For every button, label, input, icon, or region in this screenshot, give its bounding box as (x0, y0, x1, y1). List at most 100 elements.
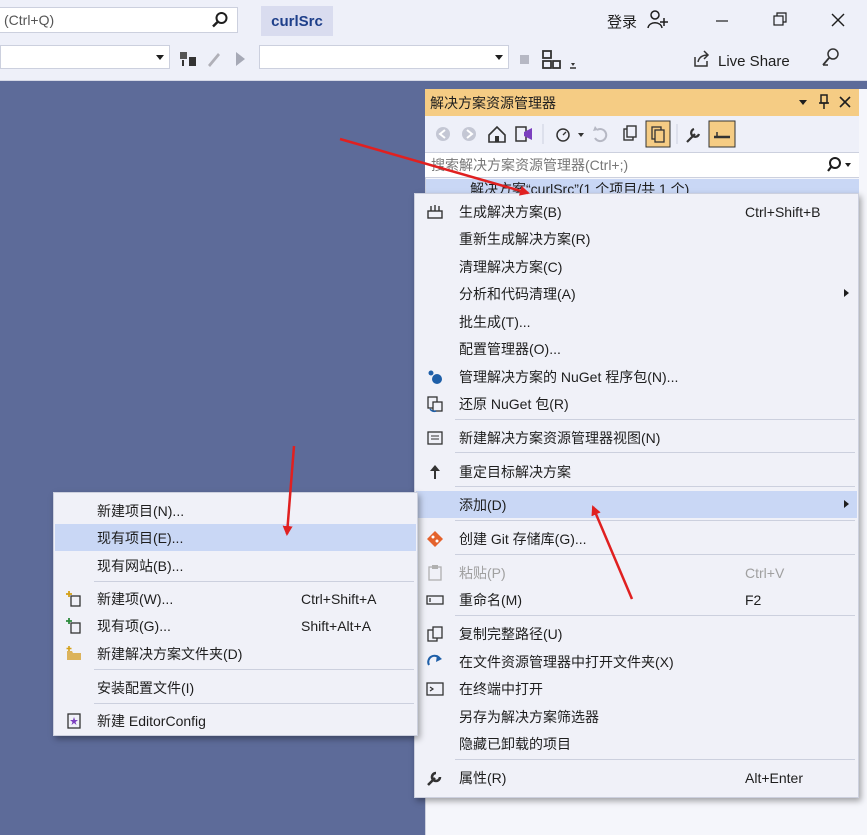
context-menu-item-label: 新建解决方案资源管理器视图(N) (459, 429, 661, 446)
add-submenu-item-label: 现有项目(E)... (97, 529, 184, 546)
restore-button[interactable] (770, 10, 790, 33)
solution-explorer-toolbar-icons[interactable] (425, 116, 745, 152)
context-menu-item-label: 管理解决方案的 NuGet 程序包(N)... (459, 368, 679, 385)
context-menu-item[interactable]: 另存为解决方案筛选器 (416, 703, 857, 730)
menu-separator (455, 452, 855, 453)
context-menu-item-label: 分析和代码清理(A) (459, 285, 576, 302)
context-menu-item-label: 生成解决方案(B) (459, 203, 562, 220)
add-submenu-item-label: 新建项(W)... (97, 590, 174, 607)
context-menu-item-shortcut: F2 (745, 591, 762, 608)
git-icon (426, 530, 444, 548)
add-submenu-item-label: 安装配置文件(I) (97, 679, 195, 696)
context-menu-item-label: 属性(R) (459, 769, 507, 786)
add-submenu: 新建项目(N)... 现有项目(E)... 现有网站(B)... 新建项(W)... C… (53, 492, 418, 736)
close-panel-icon[interactable] (839, 94, 851, 113)
edit-icon[interactable] (205, 48, 223, 73)
solution-explorer-title: 解决方案资源管理器 (430, 94, 556, 111)
add-submenu-item-label: 现有网站(B)... (97, 557, 184, 574)
add-submenu-item[interactable]: 安装配置文件(I) (55, 674, 416, 701)
context-menu-item[interactable]: 属性(R) Alt+Enter (416, 764, 857, 791)
solution-explorer-toolbar (425, 116, 859, 152)
context-menu-item[interactable]: 重命名(M) F2 (416, 586, 857, 613)
terminal-icon (426, 680, 444, 698)
diagnostics-icon[interactable] (541, 48, 581, 75)
start-debug-icon[interactable] (232, 48, 248, 73)
wrench-icon (426, 769, 444, 787)
paste-icon (426, 564, 444, 582)
quick-launch-search[interactable]: (Ctrl+Q) (0, 7, 238, 33)
submenu-arrow-icon (844, 500, 849, 508)
submenu-arrow-icon (844, 289, 849, 297)
add-submenu-item[interactable]: 现有网站(B)... (55, 552, 416, 579)
context-menu-item[interactable]: 在终端中打开 (416, 675, 857, 702)
dropdown-icon[interactable] (797, 94, 809, 113)
context-menu-item[interactable]: 生成解决方案(B) Ctrl+Shift+B (416, 198, 857, 225)
context-menu-item[interactable]: 在文件资源管理器中打开文件夹(X) (416, 648, 857, 675)
context-menu-item-label: 在文件资源管理器中打开文件夹(X) (459, 653, 674, 670)
context-menu-item-label: 重新生成解决方案(R) (459, 230, 591, 247)
existing-item-icon (65, 617, 83, 635)
debug-target-icon[interactable] (177, 48, 199, 73)
context-menu-item-label: 隐藏已卸载的项目 (459, 735, 571, 752)
stop-icon[interactable] (518, 48, 532, 73)
add-submenu-item[interactable]: 新建解决方案文件夹(D) (55, 640, 416, 667)
startup-item-combo[interactable] (259, 45, 509, 69)
solution-explorer-search[interactable]: 搜索解决方案资源管理器(Ctrl+;) (425, 152, 859, 178)
context-menu-item[interactable]: 添加(D) (416, 491, 857, 518)
share-icon (692, 49, 712, 73)
build-icon (426, 203, 444, 221)
context-menu-item[interactable]: 还原 NuGet 包(R) (416, 390, 857, 417)
menu-separator (94, 703, 414, 704)
context-menu-item-label: 重命名(M) (459, 591, 522, 608)
context-menu-item-label: 复制完整路径(U) (459, 625, 563, 642)
add-submenu-item[interactable]: 新建项目(N)... (55, 497, 416, 524)
add-user-icon[interactable] (647, 9, 669, 34)
menu-separator (94, 669, 414, 670)
menu-separator (455, 486, 855, 487)
context-menu-item[interactable]: 管理解决方案的 NuGet 程序包(N)... (416, 363, 857, 390)
search-icon[interactable] (827, 156, 853, 177)
copy-icon (426, 625, 444, 643)
configuration-combo[interactable] (0, 45, 170, 69)
title-bar: (Ctrl+Q) curlSrc 登录 (0, 0, 867, 40)
context-menu-item-label: 添加(D) (459, 496, 507, 513)
add-submenu-item-shortcut: Ctrl+Shift+A (301, 590, 377, 607)
context-menu-item[interactable]: 创建 Git 存储库(G)... (416, 525, 857, 552)
close-button[interactable] (828, 10, 848, 33)
new-folder-icon (65, 645, 83, 663)
restore-icon (426, 395, 444, 413)
pin-icon[interactable] (818, 94, 830, 113)
context-menu-item[interactable]: 批生成(T)... (416, 308, 857, 335)
context-menu-item-label: 清理解决方案(C) (459, 258, 563, 275)
login-link[interactable]: 登录 (607, 11, 637, 32)
menu-separator (455, 520, 855, 521)
search-icon[interactable] (211, 11, 229, 32)
context-menu-item[interactable]: 复制完整路径(U) (416, 620, 857, 647)
nuget-icon (426, 368, 444, 386)
context-menu-item[interactable]: 重新生成解决方案(R) (416, 225, 857, 252)
context-menu-item-shortcut: Ctrl+Shift+B (745, 203, 821, 220)
context-menu-item[interactable]: 清理解决方案(C) (416, 253, 857, 280)
context-menu-item[interactable]: 新建解决方案资源管理器视图(N) (416, 424, 857, 451)
context-menu-item[interactable]: 配置管理器(O)... (416, 335, 857, 362)
add-submenu-item[interactable]: 新建项(W)... Ctrl+Shift+A (55, 585, 416, 612)
chevron-down-icon[interactable] (156, 55, 164, 60)
new-item-icon (65, 590, 83, 608)
context-menu-item[interactable]: 粘贴(P) Ctrl+V (416, 559, 857, 586)
context-menu-item[interactable]: 重定目标解决方案 (416, 458, 857, 485)
add-submenu-item[interactable]: 现有项目(E)... (55, 524, 416, 551)
minimize-button[interactable] (712, 10, 732, 33)
live-share-button[interactable]: Live Share (692, 49, 790, 73)
add-submenu-item-label: 新建解决方案文件夹(D) (97, 645, 243, 662)
context-menu-item[interactable]: 隐藏已卸载的项目 (416, 730, 857, 757)
chevron-down-icon[interactable] (495, 55, 503, 60)
add-submenu-item[interactable]: 现有项(G)... Shift+Alt+A (55, 612, 416, 639)
feedback-icon[interactable] (820, 47, 842, 72)
context-menu-item-label: 另存为解决方案筛选器 (459, 708, 599, 725)
add-submenu-item[interactable]: 新建 EditorConfig (55, 707, 416, 734)
open-folder-icon (426, 653, 444, 671)
up-arrow-icon (426, 463, 444, 481)
context-menu-item[interactable]: 分析和代码清理(A) (416, 280, 857, 307)
add-submenu-item-label: 新建 EditorConfig (97, 712, 206, 729)
menu-separator (455, 419, 855, 420)
